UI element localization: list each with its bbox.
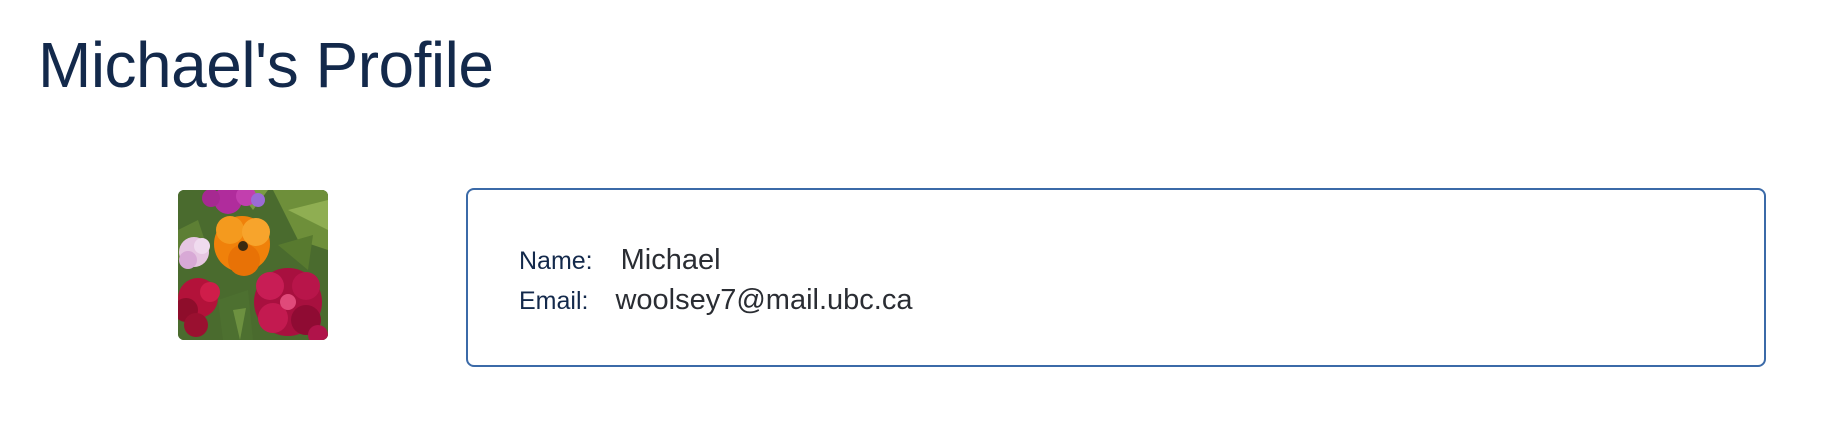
avatar [178, 190, 328, 340]
email-value: woolsey7@mail.ubc.ca [615, 284, 913, 316]
name-label: Name: [519, 247, 593, 275]
flowers-photo-icon [178, 190, 328, 340]
name-value: Michael [620, 244, 721, 276]
email-label: Email: [519, 287, 589, 315]
name-row: Name: Michael [519, 244, 721, 277]
page-title: Michael's Profile [38, 29, 494, 101]
profile-info-card: Name: Michael Email: woolsey7@mail.ubc.c… [466, 188, 1766, 367]
email-row: Email: woolsey7@mail.ubc.ca [519, 284, 912, 317]
